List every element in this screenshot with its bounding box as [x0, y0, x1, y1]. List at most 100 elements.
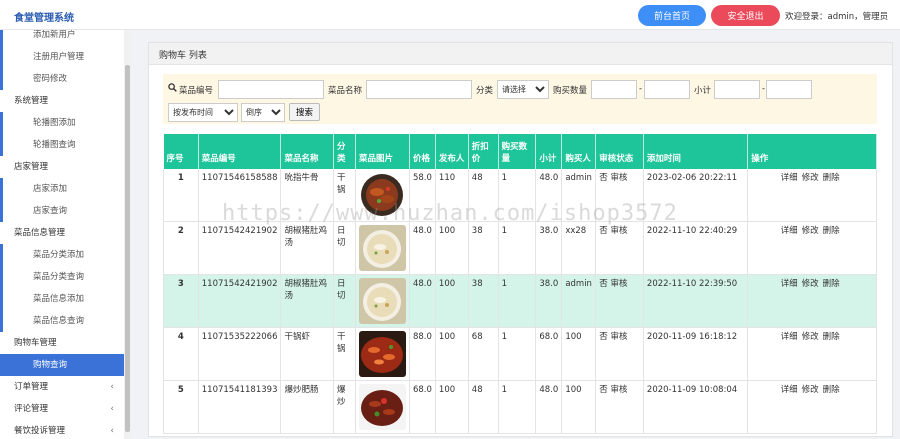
edit-link[interactable]: 修改 [802, 385, 819, 395]
sidebar-item[interactable]: 菜品信息添加 [0, 288, 124, 310]
cell-buyer: 100 [561, 380, 597, 434]
column-header: 菜品编号 [198, 134, 282, 169]
cell-price: 48.0 [409, 274, 436, 328]
cell-subtotal: 48.0 [535, 380, 563, 434]
sidebar-item[interactable]: 添加新用户 [0, 30, 124, 46]
table-row[interactable]: 1 11071546158588 吮指牛骨 干锅 58.0 110 48 1 48.0 admin… [163, 169, 877, 222]
cell-code: 11071541181393 [198, 380, 282, 434]
sort-order-select[interactable]: 倒序 [241, 103, 285, 122]
table-row[interactable]: 5 11071541181393 爆炒肥肠 爆炒 68.0 100 48 1 48.0 100 否 … [163, 380, 877, 434]
soup-image [358, 225, 406, 271]
detail-link[interactable]: 详细 [781, 226, 798, 236]
sidebar-item[interactable]: 密码修改 [0, 68, 124, 90]
detail-link[interactable]: 详细 [781, 332, 798, 342]
food-image-cell [355, 274, 410, 328]
detail-link[interactable]: 详细 [781, 173, 798, 183]
code-input[interactable] [218, 80, 324, 99]
sidebar-item[interactable]: 评论管理 ‹ [0, 398, 124, 420]
delete-link[interactable]: 删除 [823, 173, 840, 183]
table-row[interactable]: 4 11071535222066 干锅虾 干锅 88.0 100 68 1 68.0 100 否 审… [163, 327, 877, 381]
cell-no: 4 [163, 327, 199, 381]
edit-link[interactable]: 修改 [802, 279, 819, 289]
sidebar-item[interactable]: 菜品信息管理 [0, 222, 124, 244]
cell-qty: 1 [498, 274, 537, 328]
sidebar-item-label: 购物车管理 [14, 338, 57, 348]
cell-code: 11071535222066 [198, 327, 282, 381]
cell-ops: 详细 修改 删除 [747, 380, 877, 434]
cell-ops: 详细 修改 删除 [747, 327, 877, 381]
sidebar-item[interactable]: 店家添加 [0, 178, 124, 200]
home-button[interactable]: 前台首页 [638, 5, 706, 26]
detail-link[interactable]: 详细 [781, 279, 798, 289]
sidebar-item[interactable]: 餐饮投诉管理 ‹ [0, 420, 124, 439]
chevron-left-icon: ‹ [110, 382, 114, 392]
name-input[interactable] [366, 80, 472, 99]
cell-time: 2023-02-06 20:22:11 [643, 169, 749, 222]
subtotal-label: 小计 [694, 86, 712, 96]
cell-price: 48.0 [409, 221, 436, 275]
cell-discount: 38 [468, 274, 499, 328]
edit-link[interactable]: 修改 [802, 173, 819, 183]
qty-label: 购买数量 [553, 86, 588, 96]
qty-min-input[interactable] [591, 80, 637, 99]
category-label: 分类 [476, 86, 494, 96]
sidebar-item[interactable]: 轮播图添加 [0, 112, 124, 134]
logout-button[interactable]: 安全退出 [711, 5, 780, 26]
sidebar-item[interactable]: 购物车管理 [0, 332, 124, 354]
sidebar-item-label: 店家查询 [33, 206, 68, 216]
delete-link[interactable]: 删除 [823, 226, 840, 236]
ribs-image [360, 174, 403, 216]
sidebar-item[interactable]: 系统管理 [0, 90, 124, 112]
sidebar-item-label: 店家管理 [14, 162, 49, 172]
cell-no: 3 [163, 274, 199, 328]
cell-name: 干锅虾 [280, 327, 335, 381]
sidebar-item[interactable]: 菜品分类添加 [0, 244, 124, 266]
qty-max-input[interactable] [644, 80, 690, 99]
sidebar-item[interactable]: 店家管理 [0, 156, 124, 178]
sidebar-item[interactable]: 订单管理 ‹ [0, 376, 124, 398]
cell-buyer: admin [561, 274, 597, 328]
sidebar-item[interactable]: 菜品信息查询 [0, 310, 124, 332]
search-icon [168, 83, 177, 95]
edit-link[interactable]: 修改 [802, 226, 819, 236]
sidebar-item-label: 注册用户管理 [33, 52, 85, 62]
chevron-left-icon: ‹ [110, 426, 114, 436]
sidebar-item-label: 轮播图查询 [33, 140, 76, 150]
code-label: 菜品编号 [179, 86, 214, 96]
shrimp-image [358, 331, 406, 377]
sidebar-item[interactable]: 注册用户管理 [0, 46, 124, 68]
cell-buyer: admin [561, 169, 597, 222]
food-image-cell [355, 380, 410, 434]
category-select[interactable]: 请选择 [497, 80, 549, 99]
sort-field-select[interactable]: 按发布时间 [168, 103, 238, 122]
sidebar-item[interactable]: 店家查询 [0, 200, 124, 222]
sidebar-item-label: 添加新用户 [33, 30, 76, 40]
sidebar-item[interactable]: 轮播图查询 [0, 134, 124, 156]
search-button[interactable]: 搜索 [289, 103, 320, 121]
delete-link[interactable]: 删除 [823, 332, 840, 342]
cell-discount: 48 [468, 380, 499, 434]
cell-time: 2022-11-10 22:40:29 [643, 221, 749, 275]
cell-no: 2 [163, 221, 199, 275]
detail-link[interactable]: 详细 [781, 385, 798, 395]
cell-qty: 1 [498, 327, 537, 381]
cell-subtotal: 38.0 [535, 274, 563, 328]
delete-link[interactable]: 删除 [823, 385, 840, 395]
cell-qty: 1 [498, 221, 537, 275]
food-image-cell [355, 221, 410, 275]
sidebar-item-label: 店家添加 [33, 184, 68, 194]
edit-link[interactable]: 修改 [802, 332, 819, 342]
table-row[interactable]: 2 11071542421902 胡椒猪肚鸡汤 日切 48.0 100 38 1 38.0 xx2… [163, 221, 877, 275]
cell-buyer: xx28 [561, 221, 597, 275]
column-header: 菜品名称 [280, 134, 335, 169]
table-row[interactable]: 3 11071542421902 胡椒猪肚鸡汤 日切 48.0 100 38 1 38.0 adm… [163, 274, 877, 328]
subtotal-max-input[interactable] [766, 80, 812, 99]
sidebar-item[interactable]: 购物查询 [0, 354, 124, 376]
subtotal-min-input[interactable] [714, 80, 760, 99]
cell-time: 2020-11-09 10:08:04 [643, 380, 749, 434]
delete-link[interactable]: 删除 [823, 279, 840, 289]
sidebar-scrollbar-thumb[interactable] [125, 65, 130, 432]
sidebar-item[interactable]: 菜品分类查询 [0, 266, 124, 288]
cell-category: 日切 [333, 221, 356, 275]
cell-subtotal: 68.0 [535, 327, 563, 381]
